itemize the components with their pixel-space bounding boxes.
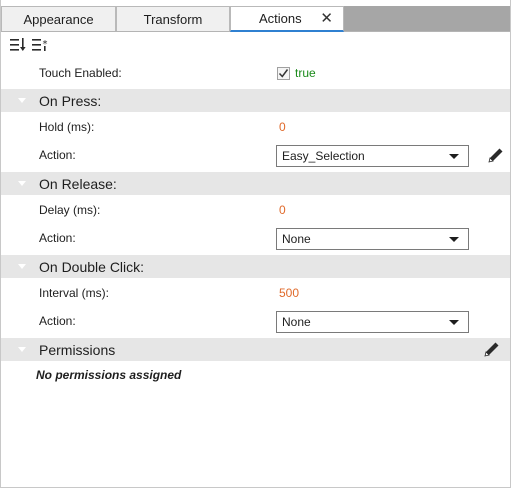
sort-descending-icon[interactable]	[10, 38, 26, 52]
delay-value[interactable]: 0	[279, 197, 286, 224]
checkmark-icon	[278, 69, 289, 78]
toolbar: *	[1, 33, 510, 58]
hold-value[interactable]: 0	[279, 114, 286, 141]
tab-bar: Appearance Transform Actions ✕	[1, 6, 510, 32]
release-action-select[interactable]: None	[276, 228, 469, 250]
press-action-select[interactable]: Easy_Selection	[276, 145, 469, 167]
section-on-release-title: On Release:	[39, 176, 117, 192]
tab-appearance[interactable]: Appearance	[1, 6, 116, 31]
tab-transform-label: Transform	[143, 12, 203, 27]
release-action-label: Action:	[39, 231, 76, 245]
section-on-press[interactable]: On Press:	[1, 89, 510, 112]
touch-enabled-label: Touch Enabled:	[39, 66, 122, 80]
touch-enabled-checkbox[interactable]	[277, 67, 290, 80]
double-click-action-value: None	[282, 315, 311, 329]
interval-label: Interval (ms):	[39, 286, 110, 300]
close-icon[interactable]: ✕	[320, 7, 333, 31]
delay-row: Delay (ms): 0	[1, 197, 510, 224]
no-permissions-text: No permissions assigned	[36, 368, 182, 382]
collapse-caret-icon[interactable]	[18, 98, 26, 103]
touch-enabled-value: true	[295, 66, 316, 80]
collapse-caret-icon[interactable]	[18, 181, 26, 186]
tab-actions[interactable]: Actions ✕	[230, 6, 344, 32]
section-permissions[interactable]: Permissions	[1, 338, 510, 361]
collapse-caret-icon[interactable]	[18, 264, 26, 269]
dropdown-arrow-icon	[449, 154, 459, 159]
properties-panel: Appearance Transform Actions ✕ * Touch E…	[0, 0, 511, 488]
section-on-release[interactable]: On Release:	[1, 172, 510, 195]
section-on-double-click[interactable]: On Double Click:	[1, 255, 510, 278]
sort-asterisk-icon[interactable]: *	[32, 38, 48, 52]
press-action-value: Easy_Selection	[282, 149, 365, 163]
edit-pencil-icon[interactable]	[487, 146, 505, 164]
tab-appearance-label: Appearance	[23, 12, 94, 27]
section-on-double-click-title: On Double Click:	[39, 259, 145, 275]
hold-row: Hold (ms): 0	[1, 114, 510, 141]
touch-enabled-row: Touch Enabled: true	[1, 60, 510, 87]
section-permissions-title: Permissions	[39, 342, 116, 358]
delay-label: Delay (ms):	[39, 203, 101, 217]
section-on-press-title: On Press:	[39, 93, 102, 109]
press-action-label: Action:	[39, 148, 76, 162]
collapse-caret-icon[interactable]	[18, 347, 26, 352]
interval-value[interactable]: 500	[279, 280, 299, 307]
edit-permissions-pencil-icon[interactable]	[483, 340, 501, 358]
release-action-value: None	[282, 232, 311, 246]
dropdown-arrow-icon	[449, 320, 459, 325]
dropdown-arrow-icon	[449, 237, 459, 242]
tab-transform[interactable]: Transform	[116, 6, 230, 31]
tab-actions-label: Actions	[259, 11, 302, 26]
double-click-action-select[interactable]: None	[276, 311, 469, 333]
hold-label: Hold (ms):	[39, 120, 95, 134]
interval-row: Interval (ms): 500	[1, 280, 510, 307]
double-click-action-label: Action:	[39, 314, 76, 328]
